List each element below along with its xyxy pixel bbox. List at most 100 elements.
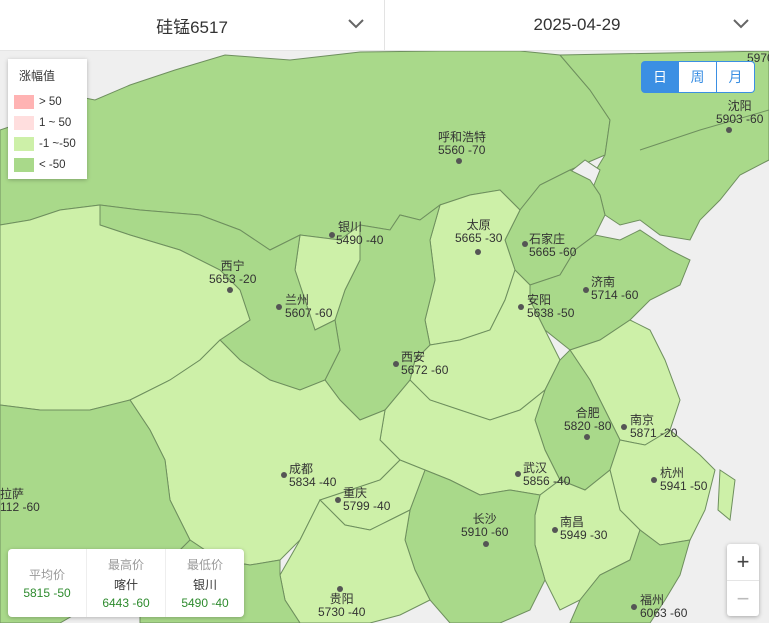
city-marker	[583, 287, 589, 293]
china-price-map[interactable]: 沈阳 5903 -60 呼和浩特 5560 -70 银川 5490 -40 太原…	[0, 51, 769, 623]
city-jinan[interactable]: 济南 5714 -60	[583, 276, 639, 302]
zoom-control: + −	[727, 544, 759, 616]
stat-label: 最高价	[107, 558, 144, 572]
city-value: 5834 -40	[289, 475, 337, 489]
city-value: 5490 -40	[336, 233, 384, 247]
city-hohhot[interactable]: 呼和浩特 5560 -70	[438, 131, 486, 164]
city-value: 5799 -40	[343, 499, 391, 513]
city-taiyuan[interactable]: 太原 5665 -30	[455, 219, 503, 255]
legend-item[interactable]: > 50	[14, 95, 62, 109]
city-xining[interactable]: 西宁 5653 -20	[209, 260, 257, 293]
city-value: 5730 -40	[318, 605, 366, 619]
city-marker	[515, 471, 521, 477]
city-shijiazhuang[interactable]: 石家庄 5665 -60	[522, 233, 577, 259]
city-value: 5672 -60	[401, 363, 449, 377]
stat-city: 喀什	[113, 578, 138, 592]
city-marker	[631, 604, 637, 610]
city-marker	[281, 472, 287, 478]
legend-item[interactable]: < -50	[14, 158, 66, 172]
stat-value: 6443 -60	[102, 596, 150, 610]
city-value: 5949 -30	[560, 528, 608, 542]
city-lanzhou[interactable]: 兰州 5607 -60	[276, 294, 333, 320]
product-selector-label: 硅锰6517	[156, 17, 228, 37]
city-marker	[584, 434, 590, 440]
city-marker	[518, 304, 524, 310]
legend-swatch	[14, 95, 34, 109]
city-value: 5665 -60	[529, 245, 577, 259]
city-value: 5653 -20	[209, 272, 257, 286]
legend-label: < -50	[39, 159, 66, 171]
legend-item[interactable]: -1 ~-50	[14, 137, 76, 151]
city-value: 5665 -30	[455, 231, 503, 245]
stat-label: 最低价	[186, 558, 223, 572]
city-marker	[335, 497, 341, 503]
city-marker	[522, 241, 528, 247]
city-chengdu[interactable]: 成都 5834 -40	[281, 463, 337, 489]
city-value: 6063 -60	[640, 606, 688, 620]
stat-city: 银川	[192, 578, 217, 592]
city-yinchuan[interactable]: 银川 5490 -40	[329, 221, 384, 247]
city-guiyang[interactable]: 贵阳 5730 -40	[318, 586, 366, 619]
city-value: 5560 -70	[438, 143, 486, 157]
city-value: 5607 -60	[285, 306, 333, 320]
stat-label: 平均价	[28, 568, 65, 582]
city-nanchang[interactable]: 南昌 5949 -30	[552, 516, 608, 542]
zoom-in-button[interactable]: +	[727, 544, 759, 580]
period-toggle: 日 周 月	[641, 61, 755, 93]
city-value: 5820 -80	[564, 419, 612, 433]
city-marker	[475, 249, 481, 255]
city-value: 112 -60	[0, 500, 40, 514]
city-value: 5638 -50	[527, 306, 575, 320]
stat-max: 最高价 喀什 6443 -60	[86, 549, 165, 617]
city-marker	[726, 127, 732, 133]
legend-swatch	[14, 158, 34, 172]
top-bar: 硅锰6517 2025-04-29	[0, 0, 769, 51]
stat-min: 最低价 银川 5490 -40	[165, 549, 244, 617]
chevron-down-icon	[733, 19, 749, 29]
city-marker	[393, 361, 399, 367]
city-changsha[interactable]: 长沙 5910 -60	[461, 513, 509, 547]
city-value: 5871 -20	[630, 426, 678, 440]
city-marker	[483, 541, 489, 547]
product-selector[interactable]: 硅锰6517	[0, 0, 384, 50]
city-marker	[337, 586, 343, 592]
legend-swatch	[14, 137, 34, 151]
legend-label: 1 ~ 50	[39, 117, 72, 129]
stat-value: 5815 -50	[23, 586, 71, 600]
city-value: 5903 -60	[716, 112, 764, 126]
price-stats-panel: 平均价 5815 -50 最高价 喀什 6443 -60 最低价 银川 5490…	[8, 549, 244, 617]
city-value: 5910 -60	[461, 525, 509, 539]
legend-title: 涨幅值	[19, 69, 56, 83]
chevron-down-icon	[348, 19, 364, 29]
city-marker	[456, 158, 462, 164]
city-value: 5856 -40	[523, 474, 571, 488]
legend-label: -1 ~-50	[39, 138, 76, 150]
legend: 涨幅值 > 50 1 ~ 50 -1 ~-50 < -50	[8, 59, 87, 179]
period-day-button[interactable]: 日	[641, 61, 679, 93]
stat-value: 5490 -40	[181, 596, 229, 610]
city-marker	[651, 477, 657, 483]
city-lhasa[interactable]: 拉萨 112 -60	[0, 488, 40, 514]
period-week-button[interactable]: 周	[679, 61, 717, 93]
city-hefei[interactable]: 合肥 5820 -80	[564, 407, 612, 440]
city-anyang[interactable]: 安阳 5638 -50	[518, 294, 575, 320]
city-nanjing[interactable]: 南京 5871 -20	[621, 414, 678, 440]
zoom-out-button[interactable]: −	[727, 580, 759, 616]
city-value: 5941 -50	[660, 479, 708, 493]
legend-swatch	[14, 116, 34, 130]
legend-label: > 50	[39, 96, 62, 108]
city-xian[interactable]: 西安 5672 -60	[393, 351, 449, 377]
stat-average: 平均价 5815 -50	[8, 549, 86, 617]
city-shenyang[interactable]: 沈阳 5903 -60	[716, 100, 764, 133]
city-marker	[276, 304, 282, 310]
legend-item[interactable]: 1 ~ 50	[14, 116, 71, 130]
city-hangzhou[interactable]: 杭州 5941 -50	[651, 467, 708, 493]
city-fuzhou[interactable]: 福州 6063 -60	[631, 594, 688, 620]
province-shapes	[0, 51, 769, 623]
city-chongqing[interactable]: 重庆 5799 -40	[335, 487, 391, 513]
date-selector[interactable]: 2025-04-29	[384, 0, 769, 50]
period-month-button[interactable]: 月	[717, 61, 755, 93]
city-value: 5714 -60	[591, 288, 639, 302]
city-marker	[552, 527, 558, 533]
city-wuhan[interactable]: 武汉 5856 -40	[515, 462, 571, 488]
